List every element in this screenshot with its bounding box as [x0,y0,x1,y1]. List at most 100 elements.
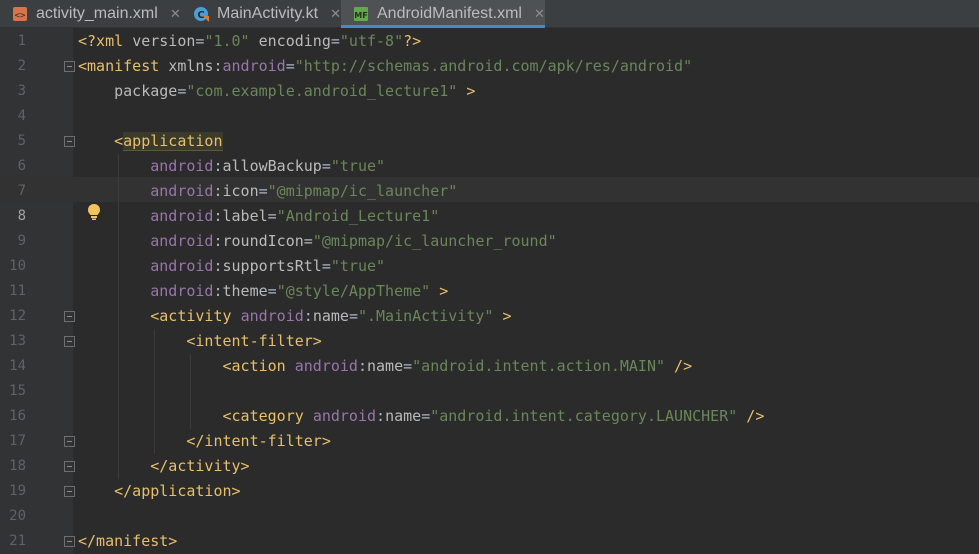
line-number: 12 [9,308,26,324]
tab-androidmanifest-xml[interactable]: MF AndroidManifest.xml ✕ [341,0,545,28]
tab-mainactivity-kt[interactable]: C MainActivity.kt ✕ [181,0,341,27]
line-number: 8 [17,208,26,224]
fold-marker-icon[interactable] [64,136,75,147]
tab-label: activity_main.xml [36,4,158,22]
code-token: label [222,207,268,225]
intention-bulb-icon[interactable] [86,203,102,221]
code-line[interactable]: <intent-filter> [78,329,321,354]
fold-marker-icon[interactable] [64,461,75,472]
line-number: 5 [17,133,26,149]
code-token: ".MainActivity" [357,307,494,325]
line-number: 2 [17,58,26,74]
code-token: <manifest [78,57,169,75]
line-number: 10 [9,258,26,274]
code-token: : [213,157,223,175]
code-token: version [132,32,196,50]
code-token: android [150,257,214,275]
code-token: <category [222,407,313,425]
code-token: "@mipmap/ic_launcher" [267,182,458,200]
code-token: android [312,407,377,425]
code-token: <?xml [78,32,133,50]
close-icon[interactable]: ✕ [170,6,181,22]
code-token: > [493,307,512,325]
code-line[interactable]: <manifest xmlns:android="http://schemas.… [78,54,692,79]
indent-guide [190,354,191,429]
code-token: "@mipmap/ic_launcher_round" [312,232,557,250]
code-token: name [385,407,422,425]
code-token: = [267,207,277,225]
code-line[interactable]: </activity> [78,454,250,479]
code-line[interactable]: android:label="Android_Lecture1" [78,204,439,229]
code-token: "com.example.android_lecture1" [186,82,458,100]
code-token: </activity> [150,457,250,475]
code-token: <activity [150,307,241,325]
code-line[interactable]: <application [78,129,223,154]
code-line[interactable]: <category android:name="android.intent.c… [78,404,765,429]
code-token: : [213,182,223,200]
fold-marker-icon[interactable] [64,436,75,447]
code-line[interactable]: </intent-filter> [78,429,331,454]
code-line[interactable]: android:roundIcon="@mipmap/ic_launcher_r… [78,229,557,254]
code-token: = [285,57,295,75]
code-line[interactable]: <activity android:name=".MainActivity" > [78,304,512,329]
code-line[interactable]: android:supportsRtl="true" [78,254,385,279]
line-number: 20 [9,508,26,524]
code-token: ?> [403,32,422,50]
code-line[interactable]: android:theme="@style/AppTheme" > [78,279,448,304]
code-token: = [303,232,313,250]
code-token: android [150,232,214,250]
code-token: android [294,357,358,375]
code-token: "1.0" [204,32,250,50]
code-token: </application> [114,482,241,500]
code-token: android [150,282,214,300]
fold-marker-icon[interactable] [64,336,75,347]
code-token: android [150,157,214,175]
line-number: 16 [9,408,26,424]
line-number: 4 [17,108,26,124]
code-line[interactable]: </application> [78,479,241,504]
code-token: = [421,407,431,425]
code-token: "@style/AppTheme" [276,282,431,300]
close-icon[interactable]: ✕ [534,6,545,22]
code-token: "true" [330,157,386,175]
fold-marker-icon[interactable] [64,61,75,72]
line-number: 11 [9,283,26,299]
code-line[interactable]: <?xml version="1.0" encoding="utf-8"?> [78,29,421,54]
code-line[interactable]: </manifest> [78,529,177,554]
code-line[interactable]: android:icon="@mipmap/ic_launcher" [78,179,457,204]
line-number: 14 [9,358,26,374]
fold-marker-icon[interactable] [64,486,75,497]
code-token: icon [222,182,259,200]
fold-marker-icon[interactable] [64,536,75,547]
code-token: android [240,307,304,325]
line-number: 7 [17,183,26,199]
tab-activity-main-xml[interactable]: <> activity_main.xml ✕ [0,0,181,27]
code-token: "android.intent.action.MAIN" [412,357,666,375]
code-token: package [114,82,178,100]
code-token: /> [737,407,765,425]
line-number: 9 [17,233,26,249]
fold-marker-icon[interactable] [64,311,75,322]
code-token: /> [665,357,693,375]
code-token: : [303,307,313,325]
code-line[interactable]: package="com.example.android_lecture1" > [78,79,475,104]
code-line[interactable]: android:allowBackup="true" [78,154,385,179]
code-token: name [312,307,349,325]
code-token: encoding [258,32,331,50]
indent-guide [118,154,119,479]
code-token: android [150,182,214,200]
svg-text:<>: <> [15,11,26,21]
code-line[interactable]: <action android:name="android.intent.act… [78,354,693,379]
close-icon[interactable]: ✕ [330,6,341,22]
code-token: roundIcon [222,232,304,250]
code-token: : [213,282,223,300]
